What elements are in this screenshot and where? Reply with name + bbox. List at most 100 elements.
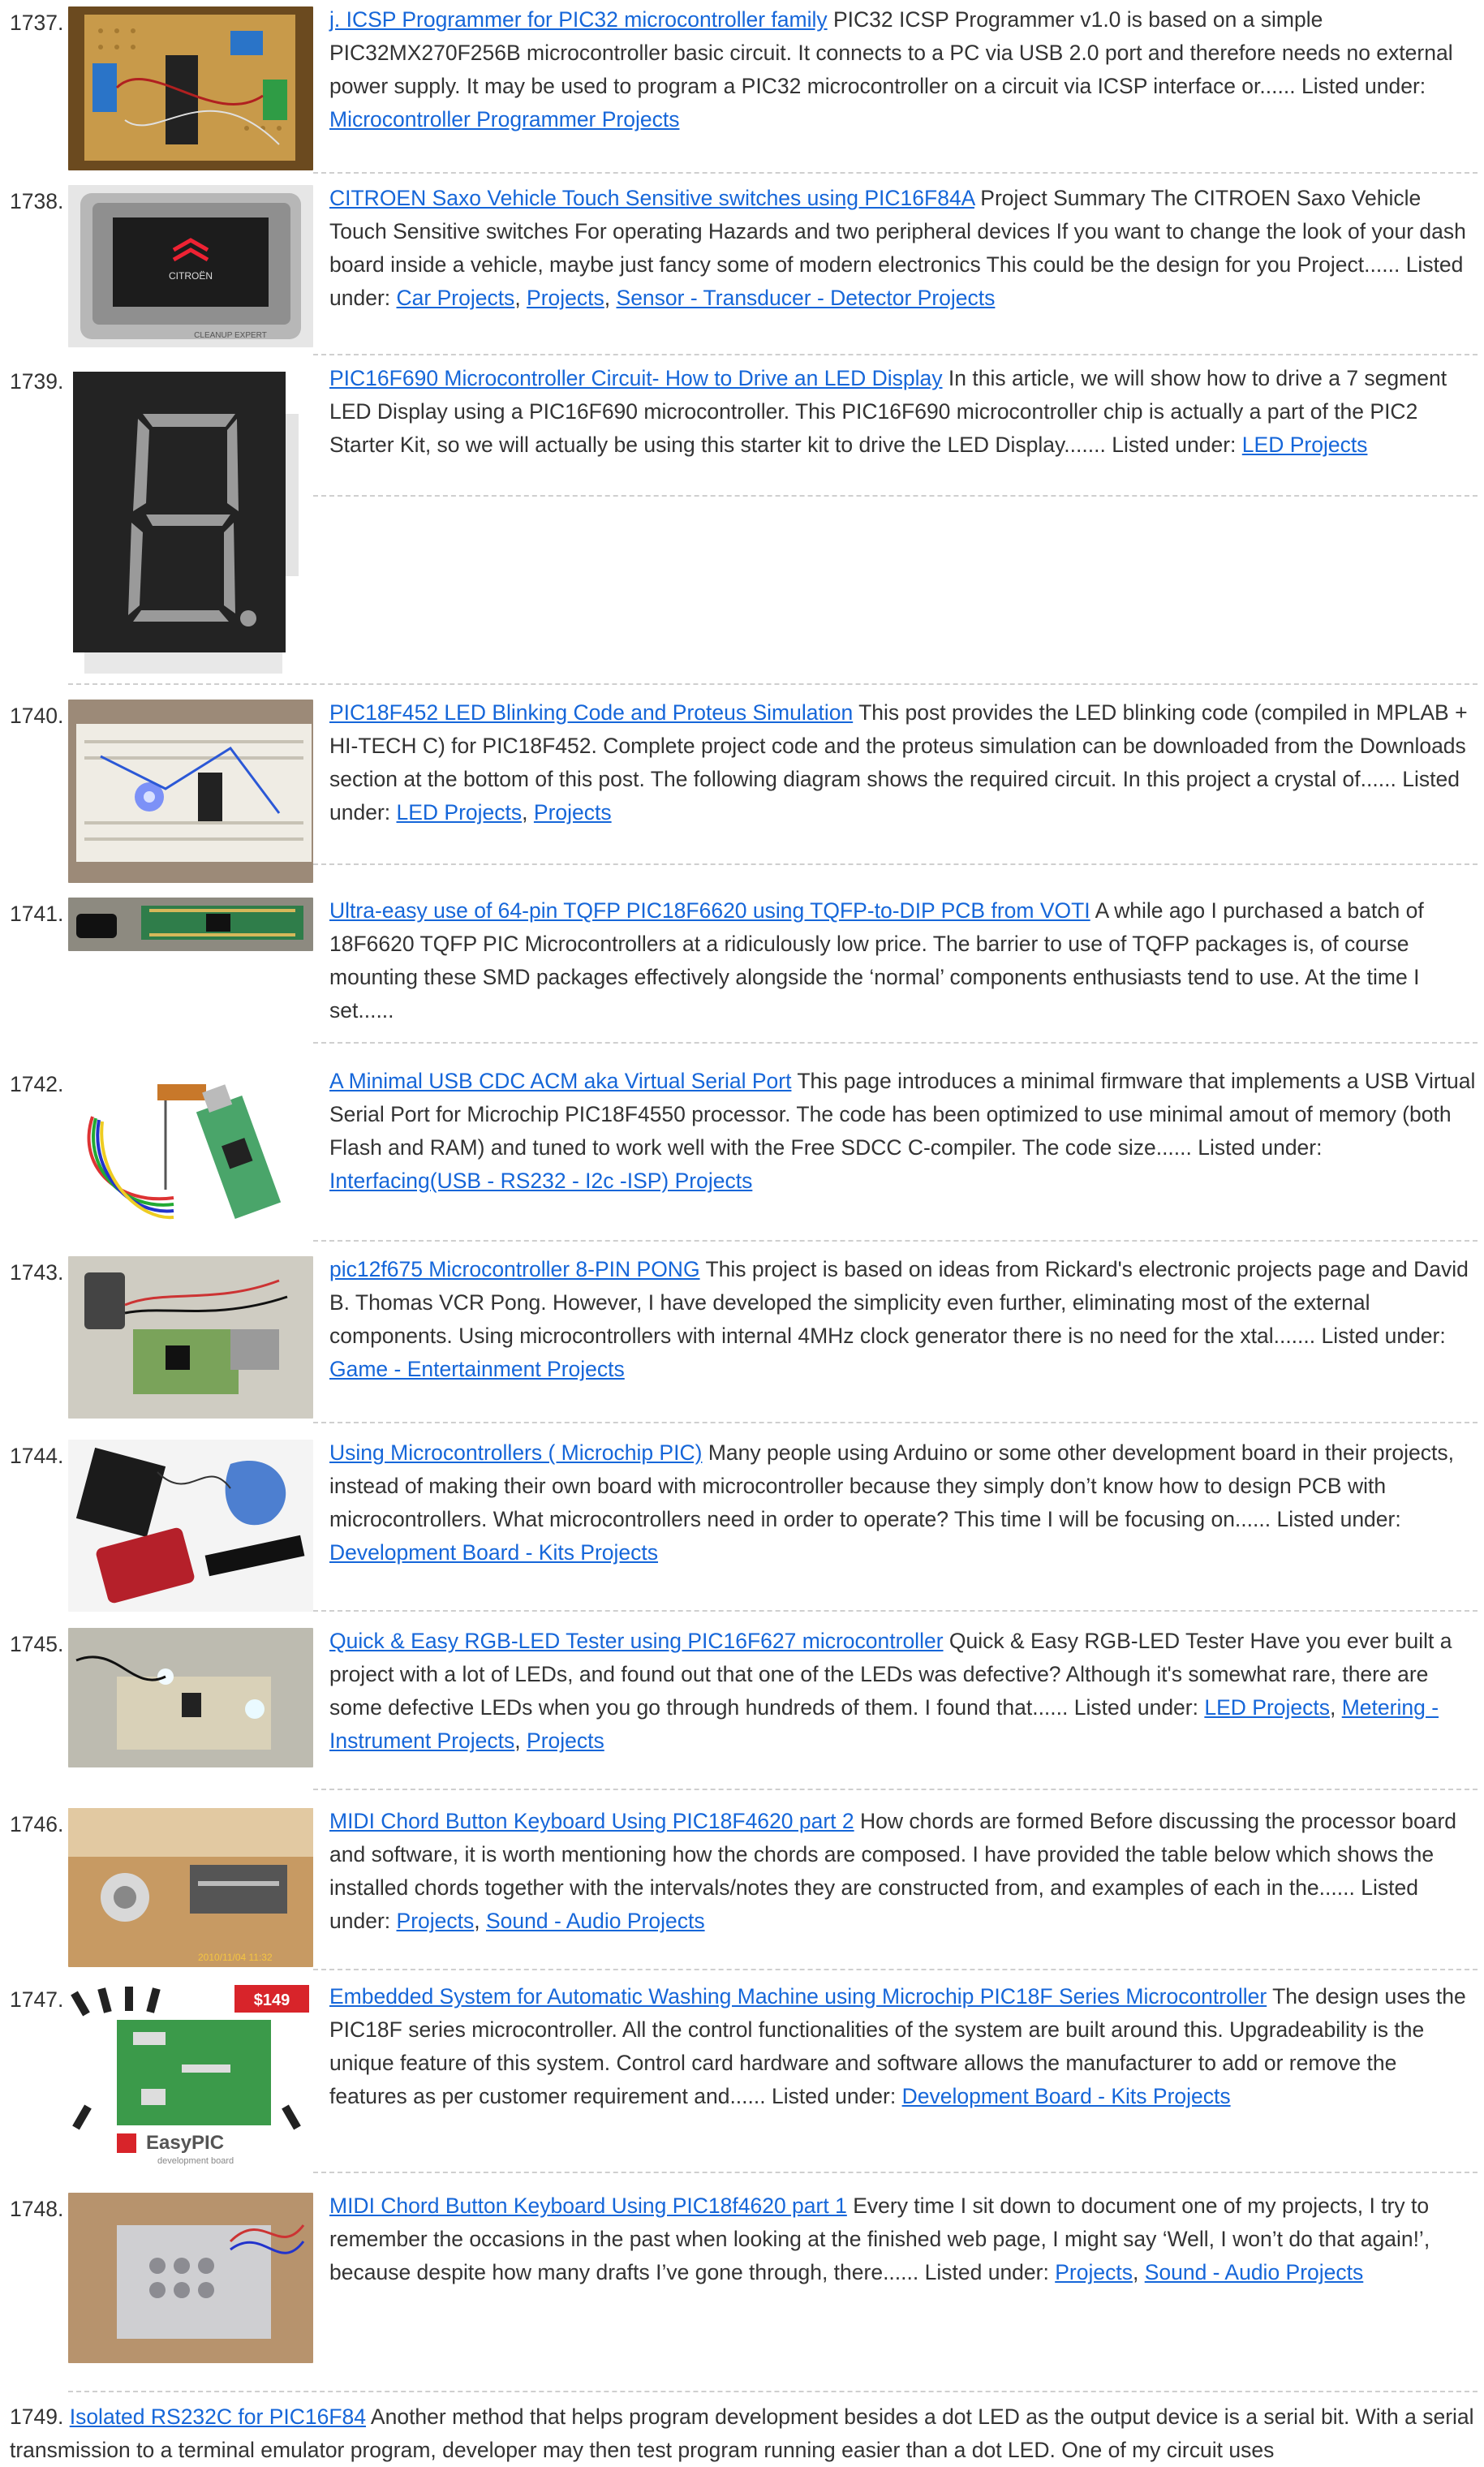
rgb-led-photo-icon [68,1628,313,1767]
category-link[interactable]: Development Board - Kits Projects [329,1540,658,1565]
category-link[interactable]: Sound - Audio Projects [486,1909,705,1933]
item-text: Quick & Easy RGB-LED Tester using PIC16F… [329,1629,1452,1753]
thumbnail-tqfp-pcb[interactable] [68,898,313,951]
separator [313,172,1478,174]
category-link[interactable]: LED Projects [1204,1695,1330,1720]
category-link[interactable]: Projects [534,800,612,824]
list-item: 1738. CITROËN CLEANUP EXPERT CITROEN Sax… [0,185,1484,355]
category-link[interactable]: Sound - Audio Projects [1145,2260,1364,2284]
category-link[interactable]: Interfacing(USB - RS232 - I2c -ISP) Proj… [329,1169,752,1193]
item-number: 1743. [10,1260,64,1285]
category-link[interactable]: Projects [527,1729,604,1753]
list-item: 1748. MIDI Chord Button Keyboard Using P… [0,2193,1484,2392]
thumbnail-usb-board[interactable] [68,1068,313,1238]
separator [68,683,1478,685]
price-badge-text: $149 [254,1991,290,2009]
item-title-link[interactable]: PIC16F690 Microcontroller Circuit- How t… [329,366,943,390]
category-link[interactable]: Projects [397,1909,475,1933]
pcb-photo-icon [68,6,313,170]
thumbnail-midi-keyboard-2[interactable]: 2010/11/04 11:32 [68,1808,313,1967]
pic-chips-photo-icon [68,1440,313,1612]
separator [68,2391,1478,2392]
category-link[interactable]: Projects [1055,2260,1133,2284]
list-item: 1746. 2010/11/04 11:32 MIDI Chord Button… [0,1808,1484,1978]
item-number: 1745. [10,1632,64,1656]
category-link[interactable]: Game - Entertainment Projects [329,1357,625,1381]
item-title-link[interactable]: Isolated RS232C for PIC16F84 [70,2405,366,2429]
item-number: 1737. [10,11,64,35]
usb-board-photo-icon [68,1068,313,1238]
easypic-board-photo-icon: $149 EasyPIC development board [68,1983,313,2172]
item-title-link[interactable]: MIDI Chord Button Keyboard Using PIC18F4… [329,1809,854,1833]
item-title-link[interactable]: j. ICSP Programmer for PIC32 microcontro… [329,7,828,32]
listed-under-label: Listed under: [1301,74,1426,98]
item-number: 1742. [10,1072,64,1096]
thumbnail-7seg-display[interactable] [68,365,313,677]
list-item: 1747. $149 EasyPIC development board Emb… [0,1983,1484,2175]
item-number: 1748. [10,2197,64,2221]
item-number: 1738. [10,189,64,213]
listed-under-label: Listed under: [1276,1507,1401,1531]
item-text: CITROEN Saxo Vehicle Touch Sensitive swi… [329,186,1466,310]
car-dash-photo-icon: CITROËN CLEANUP EXPERT [68,185,313,347]
separator [313,1042,1478,1044]
separator [313,495,1478,497]
citroen-logo-text: CITROËN [169,270,213,282]
item-text: pic12f675 Microcontroller 8-PIN PONG Thi… [329,1253,1478,1386]
item-title-link[interactable]: Quick & Easy RGB-LED Tester using PIC16F… [329,1629,944,1653]
separator [313,1969,1478,1970]
list-item: 1740. PIC18F452 LED Blinking Code and Pr… [0,700,1484,883]
breadboard-photo-icon [68,700,313,883]
category-link[interactable]: Projects [527,286,604,310]
thumbnail-pcb-programmer[interactable] [68,6,313,170]
separator [313,1789,1478,1790]
list-item: 1745. Quick & Easy RGB-LED Tester using … [0,1628,1484,1798]
item-title-link[interactable]: MIDI Chord Button Keyboard Using PIC18f4… [329,2194,847,2218]
watermark-text: CLEANUP EXPERT [194,331,267,340]
list-item: 1744. Using Microcontrollers ( Microchip… [0,1440,1484,1618]
item-text: PIC18F452 LED Blinking Code and Proteus … [329,700,1468,824]
easypic-logo-text: EasyPIC [146,2132,224,2154]
category-link[interactable]: Development Board - Kits Projects [902,2084,1231,2108]
category-link[interactable]: LED Projects [397,800,523,824]
item-title-link[interactable]: A Minimal USB CDC ACM aka Virtual Serial… [329,1069,791,1093]
separator [313,1610,1478,1612]
thumbnail-breadboard-led[interactable] [68,700,313,883]
thumbnail-pong-board[interactable] [68,1256,313,1419]
category-link[interactable]: Microcontroller Programmer Projects [329,107,679,131]
list-item: 1749. Isolated RS232C for PIC16F84 Anoth… [0,2404,1484,2462]
item-text: MIDI Chord Button Keyboard Using PIC18f4… [329,2194,1430,2284]
item-number: 1746. [10,1812,64,1836]
list-item: 1742. A Minimal USB CDC ACM aka Virtual … [0,1068,1484,1246]
listed-under-label: Listed under: [1321,1324,1446,1348]
midi-board-photo-icon [68,2193,313,2363]
item-number: 1741. [10,902,64,926]
thumbnail-citroen-dash[interactable]: CITROËN CLEANUP EXPERT [68,185,313,347]
category-link[interactable]: Sensor - Transducer - Detector Projects [617,286,996,310]
listed-under-label: Listed under: [1073,1695,1198,1720]
item-title-link[interactable]: PIC18F452 LED Blinking Code and Proteus … [329,700,853,725]
thumbnail-easypic-board[interactable]: $149 EasyPIC development board [68,1983,313,2172]
date-stamp-text: 2010/11/04 11:32 [198,1952,273,1963]
thumbnail-microchip-pic[interactable] [68,1440,313,1612]
category-link[interactable]: LED Projects [1242,433,1368,457]
list-item: 1739. PIC16F690 Microcontroller Circuit-… [0,365,1484,690]
item-title-link[interactable]: CITROEN Saxo Vehicle Touch Sensitive swi… [329,186,974,210]
listed-under-label: Listed under: [772,2084,897,2108]
item-text: Using Microcontrollers ( Microchip PIC) … [329,1436,1478,1569]
separator [313,863,1478,865]
separator [313,1422,1478,1423]
category-link[interactable]: Car Projects [397,286,515,310]
thumbnail-rgb-led-tester[interactable] [68,1628,313,1767]
item-title-link[interactable]: Ultra-easy use of 64-pin TQFP PIC18F6620… [329,898,1090,923]
listed-under-label: Listed under: [1198,1135,1323,1160]
item-text: Ultra-easy use of 64-pin TQFP PIC18F6620… [329,894,1478,1027]
item-title-link[interactable]: Embedded System for Automatic Washing Ma… [329,1984,1267,2008]
item-title-link[interactable]: Using Microcontrollers ( Microchip PIC) [329,1440,702,1465]
thumbnail-midi-keyboard-1[interactable] [68,2193,313,2363]
list-item: 1737. j. ICSP Programmer for PIC32 micro… [0,6,1484,177]
easypic-subtitle-text: development board [157,2156,234,2166]
seven-segment-icon [68,365,313,677]
tqfp-pcb-photo-icon [68,898,313,951]
item-title-link[interactable]: pic12f675 Microcontroller 8-PIN PONG [329,1257,700,1281]
